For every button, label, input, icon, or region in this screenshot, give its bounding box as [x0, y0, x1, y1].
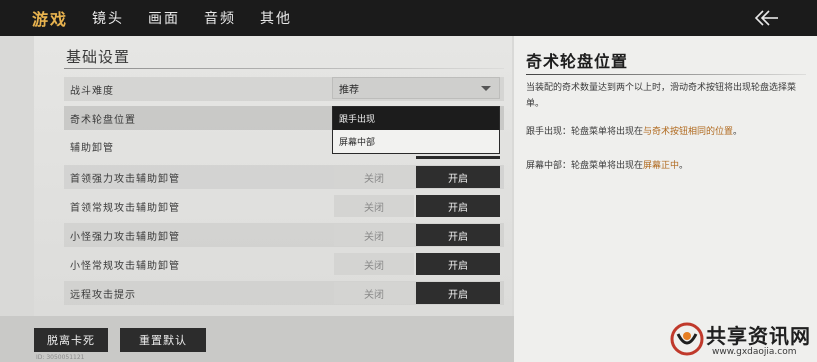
description-follow-suffix: 。 — [733, 127, 743, 137]
toggle-row-label: 小怪常规攻击辅助卸管 — [70, 260, 180, 272]
difficulty-dropdown[interactable]: 推荐 — [332, 77, 500, 99]
tab-graphics[interactable]: 画面 — [136, 0, 192, 36]
description-divider — [526, 74, 806, 75]
toggle-off-button[interactable]: 关闭 — [334, 253, 414, 275]
tab-other[interactable]: 其他 — [248, 0, 304, 36]
description-follow-highlight: 与奇术按钮相同的位置 — [643, 127, 734, 137]
toggle-row-label: 首领强力攻击辅助卸管 — [70, 173, 180, 185]
description-center: 屏幕中部：轮盘菜单将出现在屏幕正中。 — [526, 158, 798, 174]
toggle-off-button[interactable]: 关闭 — [334, 166, 414, 188]
assist-lock-row: 辅助卸管 — [64, 134, 504, 158]
tab-audio[interactable]: 音频 — [192, 0, 248, 36]
toggle-row-label: 小怪强力攻击辅助卸管 — [70, 231, 180, 243]
top-tab-bar: 游戏 镜头 画面 音频 其他 — [0, 0, 817, 36]
difficulty-label: 战斗难度 — [70, 85, 114, 97]
description-center-suffix: 。 — [679, 161, 689, 171]
tab-camera[interactable]: 镜头 — [80, 0, 136, 36]
toggle-off-button[interactable]: 关闭 — [334, 282, 414, 304]
toggle-row-label: 首领常规攻击辅助卸管 — [70, 202, 180, 214]
escape-stuck-button[interactable]: 脱离卡死 — [34, 328, 108, 352]
watermark-url: www.gxdaojia.com — [712, 347, 797, 357]
description-center-highlight: 屏幕正中 — [643, 161, 680, 171]
description-intro: 当装配的奇术数量达到两个以上时，滑动奇术按钮将出现轮盘选择菜单。 — [526, 83, 797, 109]
menu-item-follow[interactable]: 跟手出现 — [333, 107, 499, 130]
section-title: 基础设置 — [66, 48, 131, 66]
description-panel: 奇术轮盘位置 当装配的奇术数量达到两个以上时，滑动奇术按钮将出现轮盘选择菜单。 … — [514, 36, 817, 362]
chevron-down-icon — [481, 86, 491, 91]
player-id: ID: 3050051121 — [36, 354, 85, 361]
tab-game[interactable]: 游戏 — [0, 0, 80, 36]
toggle-on-button[interactable]: 开启 — [416, 166, 500, 188]
description-center-prefix: 屏幕中部：轮盘菜单将出现在 — [526, 161, 644, 171]
description-title: 奇术轮盘位置 — [526, 52, 629, 71]
settings-panel: 基础设置 战斗难度 推荐 奇术轮盘位置 跟手出现 屏幕中部 辅助卸管 首领强力攻… — [34, 36, 512, 316]
section-divider — [64, 68, 504, 69]
toggle-on-button[interactable]: 开启 — [416, 224, 500, 246]
watermark-logo-icon — [670, 322, 704, 356]
toggle-off-button[interactable]: 关闭 — [334, 224, 414, 246]
wheel-position-label: 奇术轮盘位置 — [70, 114, 136, 126]
toggle-on-button[interactable]: 开启 — [416, 253, 500, 275]
description-follow-prefix: 跟手出现：轮盘菜单将出现在 — [526, 127, 644, 137]
description-follow: 跟手出现：轮盘菜单将出现在与奇术按钮相同的位置。 — [526, 124, 798, 140]
toggle-row-label: 远程攻击提示 — [70, 289, 136, 301]
difficulty-value: 推荐 — [339, 84, 359, 96]
watermark-title: 共享资讯网 — [706, 324, 811, 348]
toggle-on-button[interactable]: 开启 — [416, 195, 500, 217]
reset-default-button[interactable]: 重置默认 — [120, 328, 206, 352]
back-icon[interactable] — [753, 6, 779, 30]
toggle-on-button[interactable]: 开启 — [416, 282, 500, 304]
assist-lock-label: 辅助卸管 — [70, 142, 114, 154]
toggle-off-button[interactable]: 关闭 — [334, 195, 414, 217]
